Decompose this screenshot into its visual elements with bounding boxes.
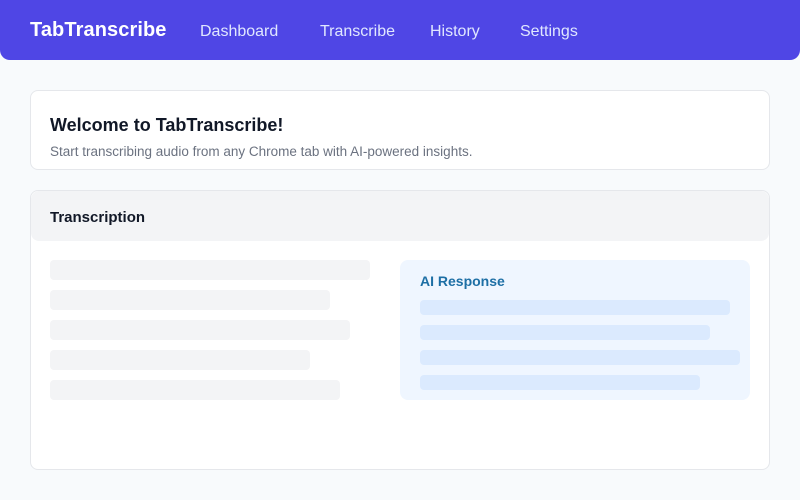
welcome-card: Welcome to TabTranscribe! Start transcri… — [30, 90, 770, 170]
ai-response-panel: AI Response — [400, 260, 750, 400]
transcript-skeleton-line — [50, 350, 310, 370]
ai-skeleton-line — [420, 325, 710, 340]
transcript-skeleton-line — [50, 380, 340, 400]
ai-response-title: AI Response — [420, 273, 505, 289]
transcript-skeleton-line — [50, 290, 330, 310]
welcome-subtitle: Start transcribing audio from any Chrome… — [50, 144, 473, 159]
nav-settings[interactable]: Settings — [520, 23, 578, 41]
transcription-header: Transcription — [31, 191, 769, 241]
nav-dashboard[interactable]: Dashboard — [200, 23, 278, 41]
transcript-skeleton-line — [50, 260, 370, 280]
nav-transcribe[interactable]: Transcribe — [320, 23, 395, 41]
nav-history[interactable]: History — [430, 23, 480, 41]
transcript-skeleton-line — [50, 320, 350, 340]
ai-skeleton-line — [420, 375, 700, 390]
app-logo[interactable]: TabTranscribe — [30, 19, 167, 42]
ai-skeleton-line — [420, 350, 740, 365]
transcription-card: Transcription AI Response — [30, 190, 770, 470]
transcription-title: Transcription — [50, 209, 146, 226]
welcome-title: Welcome to TabTranscribe! — [50, 115, 284, 135]
top-navbar: TabTranscribe — [0, 0, 800, 60]
ai-skeleton-line — [420, 300, 730, 315]
